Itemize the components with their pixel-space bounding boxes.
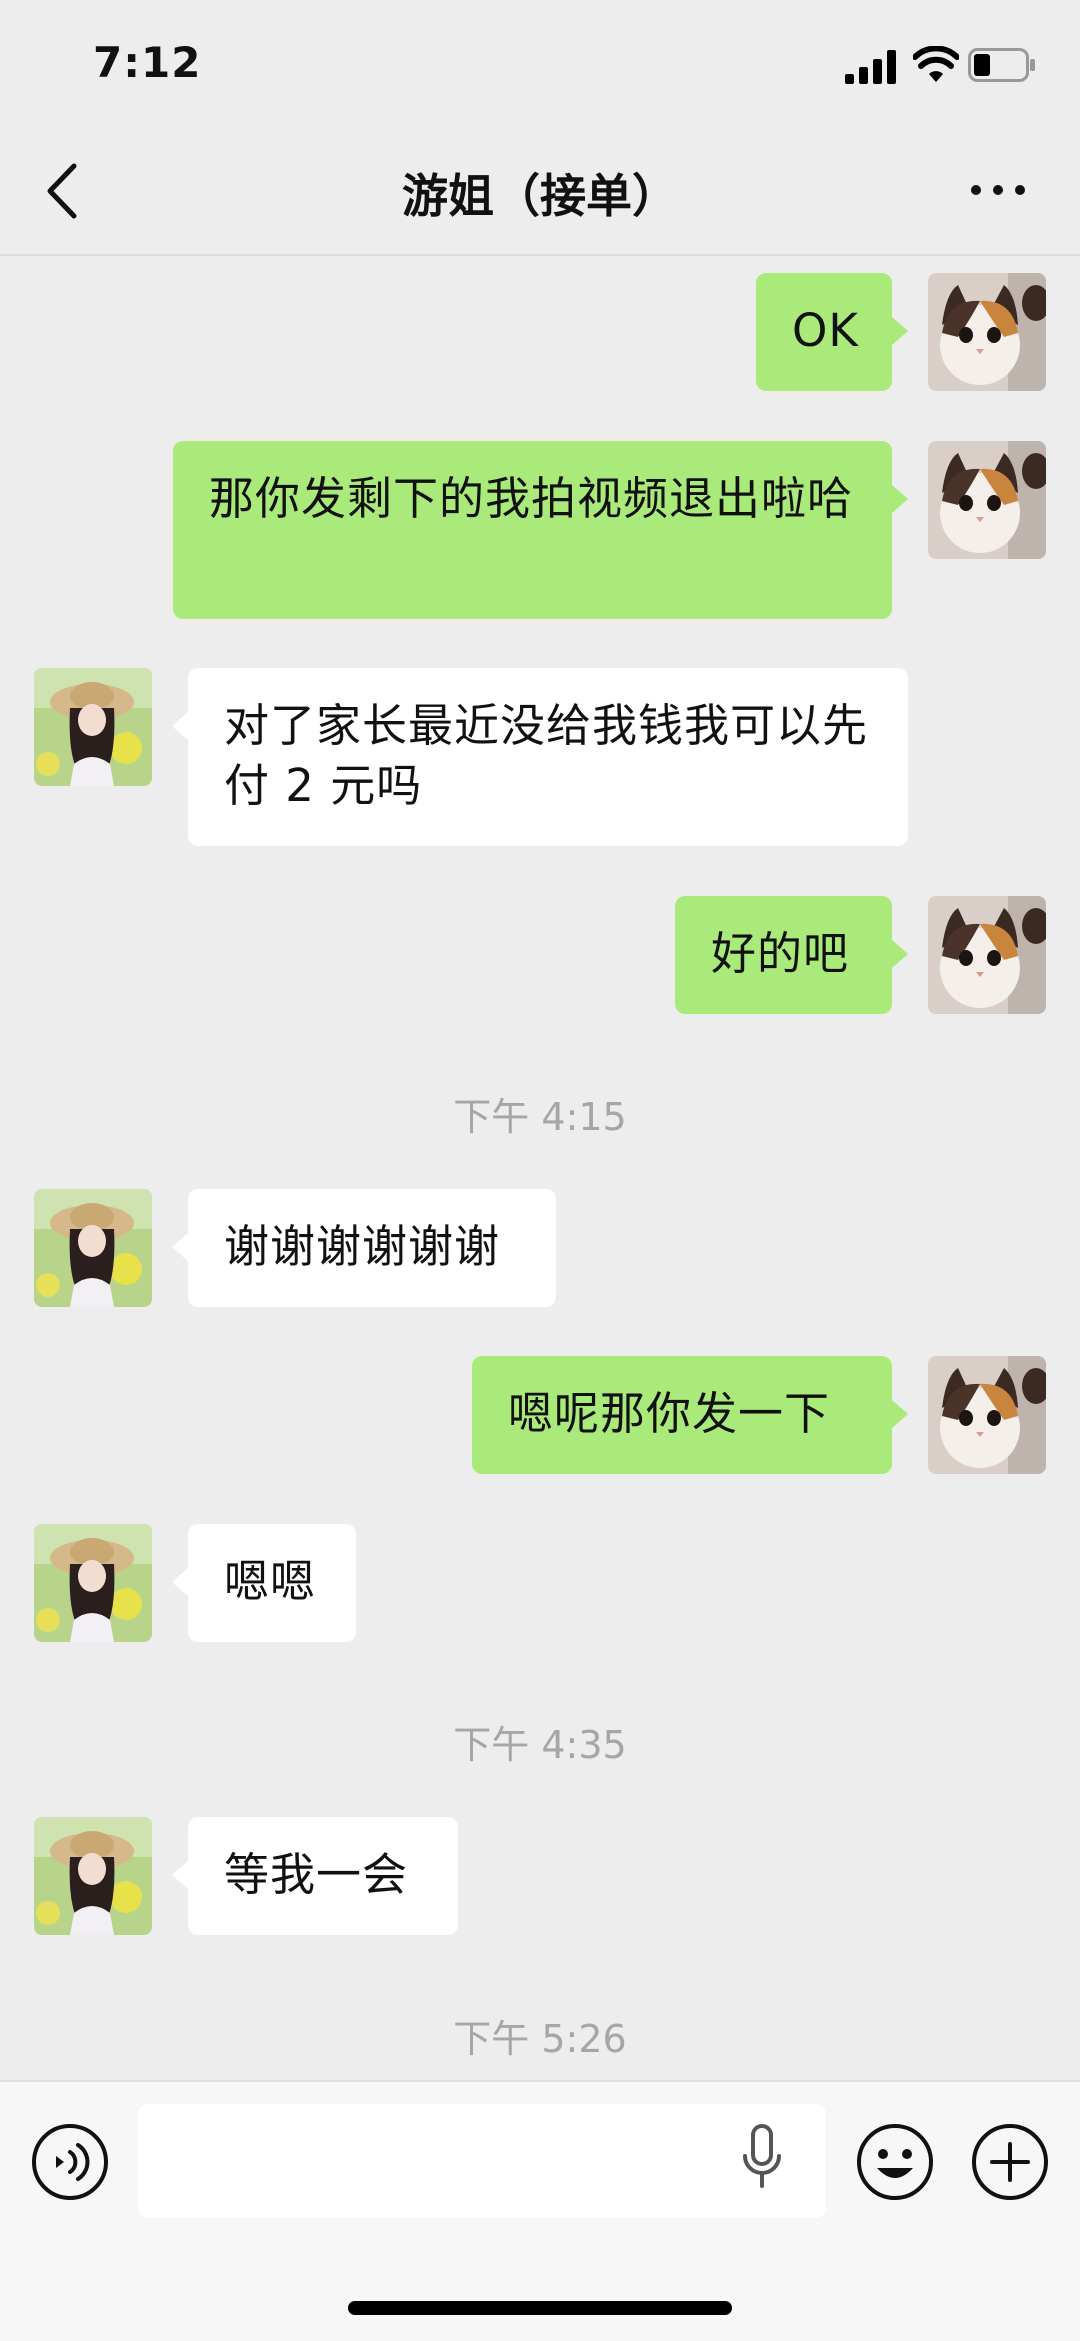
my-avatar[interactable] — [928, 273, 1046, 391]
contact-avatar[interactable] — [34, 1524, 152, 1642]
message-bubble-sent[interactable]: 那你发剩下的我拍视频退出啦哈 — [173, 441, 908, 619]
message-text: 对了家长最近没给我钱我可以先付 2 元吗 — [224, 699, 869, 812]
contact-avatar[interactable] — [34, 1189, 152, 1307]
message-text: 好的吧 — [711, 927, 850, 980]
timestamp: 下午 5:26 — [453, 2017, 627, 2061]
nav-bar: 游姐（接单） — [0, 130, 1080, 256]
message-bubble-sent[interactable]: 好的吧 — [675, 896, 908, 1014]
status-time: 7:12 — [93, 38, 202, 87]
message-text: 谢谢谢谢谢谢 — [224, 1220, 501, 1273]
message-text: 那你发剩下的我拍视频退出啦哈 — [209, 472, 854, 525]
message-text: OK — [792, 304, 859, 357]
plus-icon[interactable] — [970, 2122, 1050, 2202]
contact-avatar[interactable] — [34, 1817, 152, 1935]
message-bubble-sent[interactable]: 嗯呢那你发一下 — [472, 1356, 908, 1474]
my-avatar[interactable] — [928, 1356, 1046, 1474]
message-bubble-sent[interactable]: OK — [756, 273, 908, 391]
voice-icon[interactable] — [30, 2122, 110, 2202]
chat-title: 游姐（接单） — [402, 169, 678, 223]
chat-area[interactable]: OK 那你发剩下的我拍视频退出啦哈 对了家长最近没给我钱我可以先付 2 元吗 好… — [0, 256, 1080, 2080]
message-bubble-received[interactable]: 谢谢谢谢谢谢 — [172, 1189, 556, 1307]
timestamp: 下午 4:15 — [453, 1095, 627, 1139]
cellular-signal-icon — [845, 50, 896, 84]
message-text: 嗯呢那你发一下 — [508, 1387, 831, 1440]
more-dots-icon[interactable] — [968, 174, 1028, 206]
timestamp: 下午 4:35 — [453, 1723, 627, 1767]
my-avatar[interactable] — [928, 896, 1046, 1014]
message-input[interactable] — [138, 2104, 826, 2218]
battery-icon — [968, 48, 1035, 82]
message-bubble-received[interactable]: 对了家长最近没给我钱我可以先付 2 元吗 — [172, 668, 908, 846]
microphone-icon[interactable] — [740, 2122, 784, 2202]
wifi-icon — [913, 46, 959, 82]
home-indicator — [348, 2301, 732, 2315]
message-bubble-received[interactable]: 嗯嗯 — [172, 1524, 356, 1642]
message-bubble-received[interactable]: 等我一会 — [172, 1817, 458, 1935]
input-bar — [0, 2080, 1080, 2341]
message-text: 嗯嗯 — [224, 1555, 317, 1608]
my-avatar[interactable] — [928, 441, 1046, 559]
emoji-icon[interactable] — [855, 2122, 935, 2202]
contact-avatar[interactable] — [34, 668, 152, 786]
status-bar: 7:12 — [0, 0, 1080, 130]
message-text: 等我一会 — [224, 1848, 409, 1901]
